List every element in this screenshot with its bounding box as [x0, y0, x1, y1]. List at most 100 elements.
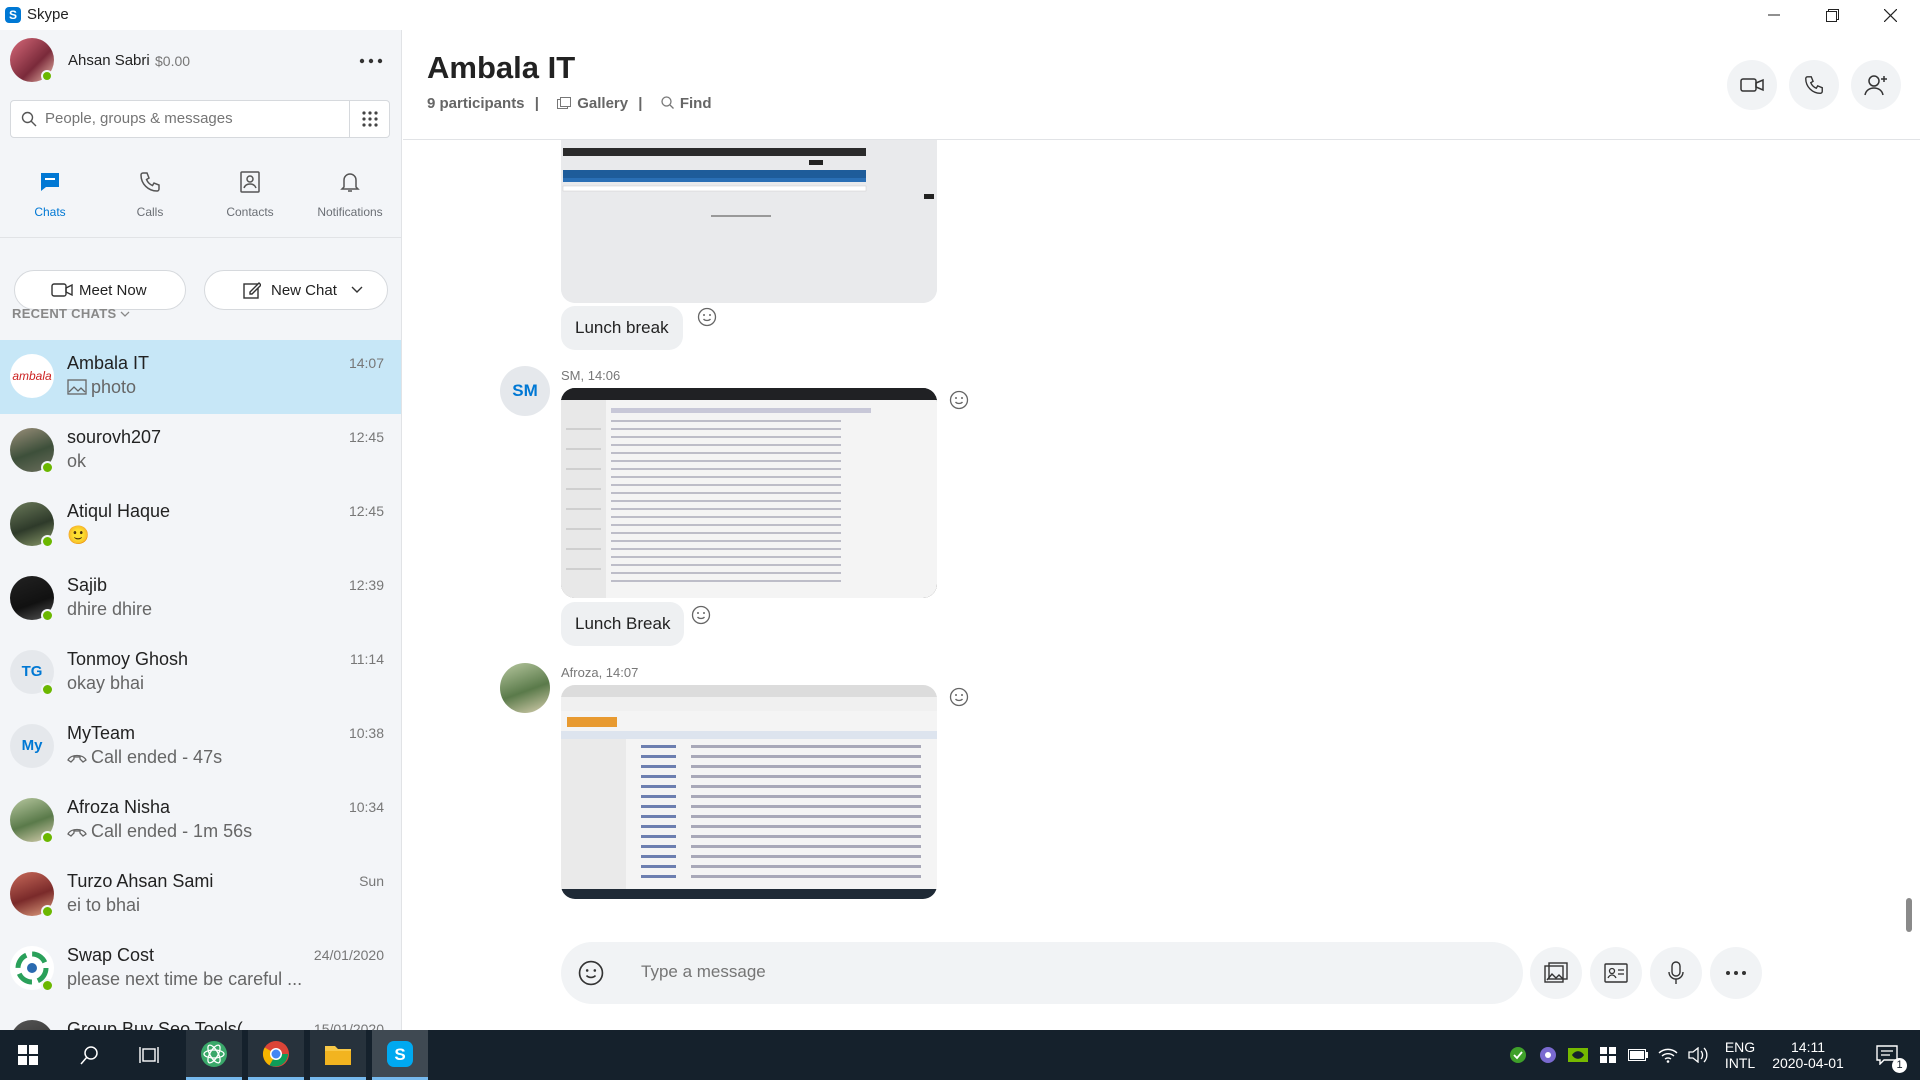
task-view-button[interactable] — [122, 1030, 178, 1080]
presence-indicator — [41, 535, 54, 548]
gallery-link[interactable]: Gallery — [577, 95, 628, 112]
message-bubble[interactable]: Lunch Break — [561, 602, 685, 646]
sender-avatar[interactable] — [500, 663, 550, 713]
chat-item-myteam[interactable]: My MyTeam Call ended - 47s 10:38 — [0, 710, 401, 784]
video-call-button[interactable] — [1727, 60, 1777, 110]
taskbar-app-chrome[interactable] — [248, 1030, 304, 1080]
chat-name: Sajib — [67, 575, 108, 595]
chat-avatar: My — [10, 724, 54, 768]
taskbar-search-button[interactable] — [62, 1030, 118, 1080]
chat-avatar: ambala — [10, 354, 54, 398]
shared-image[interactable] — [561, 140, 937, 303]
chat-item-group-buy-seo-tools[interactable]: Group Buy Seo Tools( 15/01/2020 — [0, 1006, 401, 1030]
profile-name[interactable]: Ahsan Sabri — [68, 52, 150, 69]
chat-item-afroza-nisha[interactable]: Afroza Nisha Call ended - 1m 56s 10:34 — [0, 784, 401, 858]
presence-indicator — [41, 905, 54, 918]
chat-icon — [41, 173, 59, 191]
action-center-button[interactable]: 1 — [1862, 1030, 1912, 1080]
skype-credit[interactable]: $0.00 — [155, 53, 190, 69]
tray-defender-icon[interactable] — [1596, 1030, 1620, 1080]
dialpad-icon — [361, 111, 378, 127]
chat-avatar — [10, 1020, 54, 1030]
restore-button[interactable] — [1803, 0, 1861, 30]
share-media-button[interactable] — [1530, 947, 1582, 999]
svg-text:S: S — [394, 1045, 405, 1064]
divider: | — [638, 95, 643, 112]
shared-image[interactable] — [561, 685, 937, 899]
find-link[interactable]: Find — [680, 95, 712, 112]
chat-item-turzo-ahsan-sami[interactable]: Turzo Ahsan Sami ei to bhai Sun — [0, 858, 401, 932]
participants-link[interactable]: 9 participants — [427, 95, 525, 112]
taskbar-app-skype[interactable]: S — [372, 1030, 428, 1080]
tab-label: Contacts — [226, 205, 274, 219]
conversation-title[interactable]: Ambala IT — [427, 50, 575, 86]
tray-app-icon[interactable] — [1536, 1030, 1560, 1080]
phone-icon — [1805, 76, 1823, 94]
tab-chats[interactable]: Chats — [0, 158, 100, 238]
add-reaction-icon[interactable] — [696, 306, 718, 328]
recent-chats-header[interactable]: RECENT CHATS — [12, 306, 130, 321]
chat-name: sourovh207 — [67, 427, 162, 447]
tab-notifications[interactable]: Notifications — [300, 158, 400, 238]
tray-language[interactable]: ENG INTL — [1718, 1030, 1762, 1080]
search-box[interactable] — [10, 100, 350, 138]
minimize-button[interactable] — [1745, 0, 1803, 30]
taskbar-app-file-explorer[interactable] — [310, 1030, 366, 1080]
contacts-icon — [240, 171, 260, 193]
shared-image[interactable] — [561, 388, 937, 598]
taskbar-app-atom[interactable] — [186, 1030, 242, 1080]
windows-taskbar: S ENG INTL 14:11 2020-04-01 1 — [0, 1030, 1920, 1080]
tray-security-icon[interactable] — [1506, 1030, 1530, 1080]
volume-icon — [1688, 1047, 1708, 1063]
clock-time: 14:11 — [1791, 1039, 1825, 1055]
chat-time: 12:45 — [348, 503, 384, 519]
search-input[interactable] — [45, 110, 335, 127]
chat-item-swap-cost[interactable]: Swap Cost please next time be careful ..… — [0, 932, 401, 1006]
add-people-button[interactable] — [1851, 60, 1901, 110]
search-icon — [21, 111, 37, 127]
voice-message-button[interactable] — [1650, 947, 1702, 999]
close-button[interactable] — [1861, 0, 1919, 30]
clock-date: 2020-04-01 — [1772, 1055, 1844, 1071]
chat-item-atiqul-haque[interactable]: Atiqul Haque 🙂 12:45 — [0, 488, 401, 562]
tray-wifi-icon[interactable] — [1656, 1030, 1680, 1080]
emoji-icon[interactable] — [577, 959, 605, 987]
tray-volume-icon[interactable] — [1686, 1030, 1710, 1080]
dialpad-button[interactable] — [350, 100, 390, 138]
scrollbar-thumb[interactable] — [1906, 898, 1912, 932]
audio-call-button[interactable] — [1789, 60, 1839, 110]
chat-time: 10:38 — [348, 725, 384, 741]
add-reaction-icon[interactable] — [948, 686, 970, 708]
more-compose-options-button[interactable] — [1710, 947, 1762, 999]
share-contact-button[interactable] — [1590, 947, 1642, 999]
chat-name: Turzo Ahsan Sami — [67, 871, 214, 891]
chat-name: Group Buy Seo Tools( — [67, 1019, 243, 1030]
sender-timestamp: SM, 14:06 — [561, 368, 621, 383]
add-reaction-icon[interactable] — [948, 389, 970, 411]
new-chat-button[interactable]: New Chat — [204, 270, 388, 310]
meet-now-button[interactable]: Meet Now — [14, 270, 186, 310]
chat-name: Tonmoy Ghosh — [67, 649, 189, 669]
tab-contacts[interactable]: Contacts — [200, 158, 300, 238]
chat-item-ambala-it[interactable]: ambala Ambala IT photo 14:07 — [0, 340, 401, 414]
message-bubble[interactable]: Lunch break — [561, 306, 683, 350]
phone-icon — [140, 172, 160, 192]
sender-avatar[interactable]: SM — [500, 366, 550, 416]
more-options-button[interactable] — [356, 46, 386, 76]
message-input[interactable] — [641, 962, 1341, 982]
tray-nvidia-icon[interactable] — [1566, 1030, 1590, 1080]
tray-battery-icon[interactable] — [1626, 1030, 1650, 1080]
chat-item-tonmoy-ghosh[interactable]: TG Tonmoy Ghosh okay bhai 11:14 — [0, 636, 401, 710]
minimize-icon — [1768, 14, 1780, 16]
message-composer — [561, 942, 1523, 1004]
tab-calls[interactable]: Calls — [100, 158, 200, 238]
start-button[interactable] — [0, 1030, 56, 1080]
chat-item-sourovh207[interactable]: sourovh207 ok 12:45 — [0, 414, 401, 488]
shield-icon — [1600, 1047, 1616, 1063]
chat-item-sajib[interactable]: Sajib dhire dhire 12:39 — [0, 562, 401, 636]
chat-time: Sun — [359, 873, 384, 889]
chat-name: Ambala IT — [67, 353, 150, 373]
chat-name: Afroza Nisha — [67, 797, 171, 817]
tray-clock[interactable]: 14:11 2020-04-01 — [1766, 1030, 1850, 1080]
add-reaction-icon[interactable] — [690, 604, 712, 626]
